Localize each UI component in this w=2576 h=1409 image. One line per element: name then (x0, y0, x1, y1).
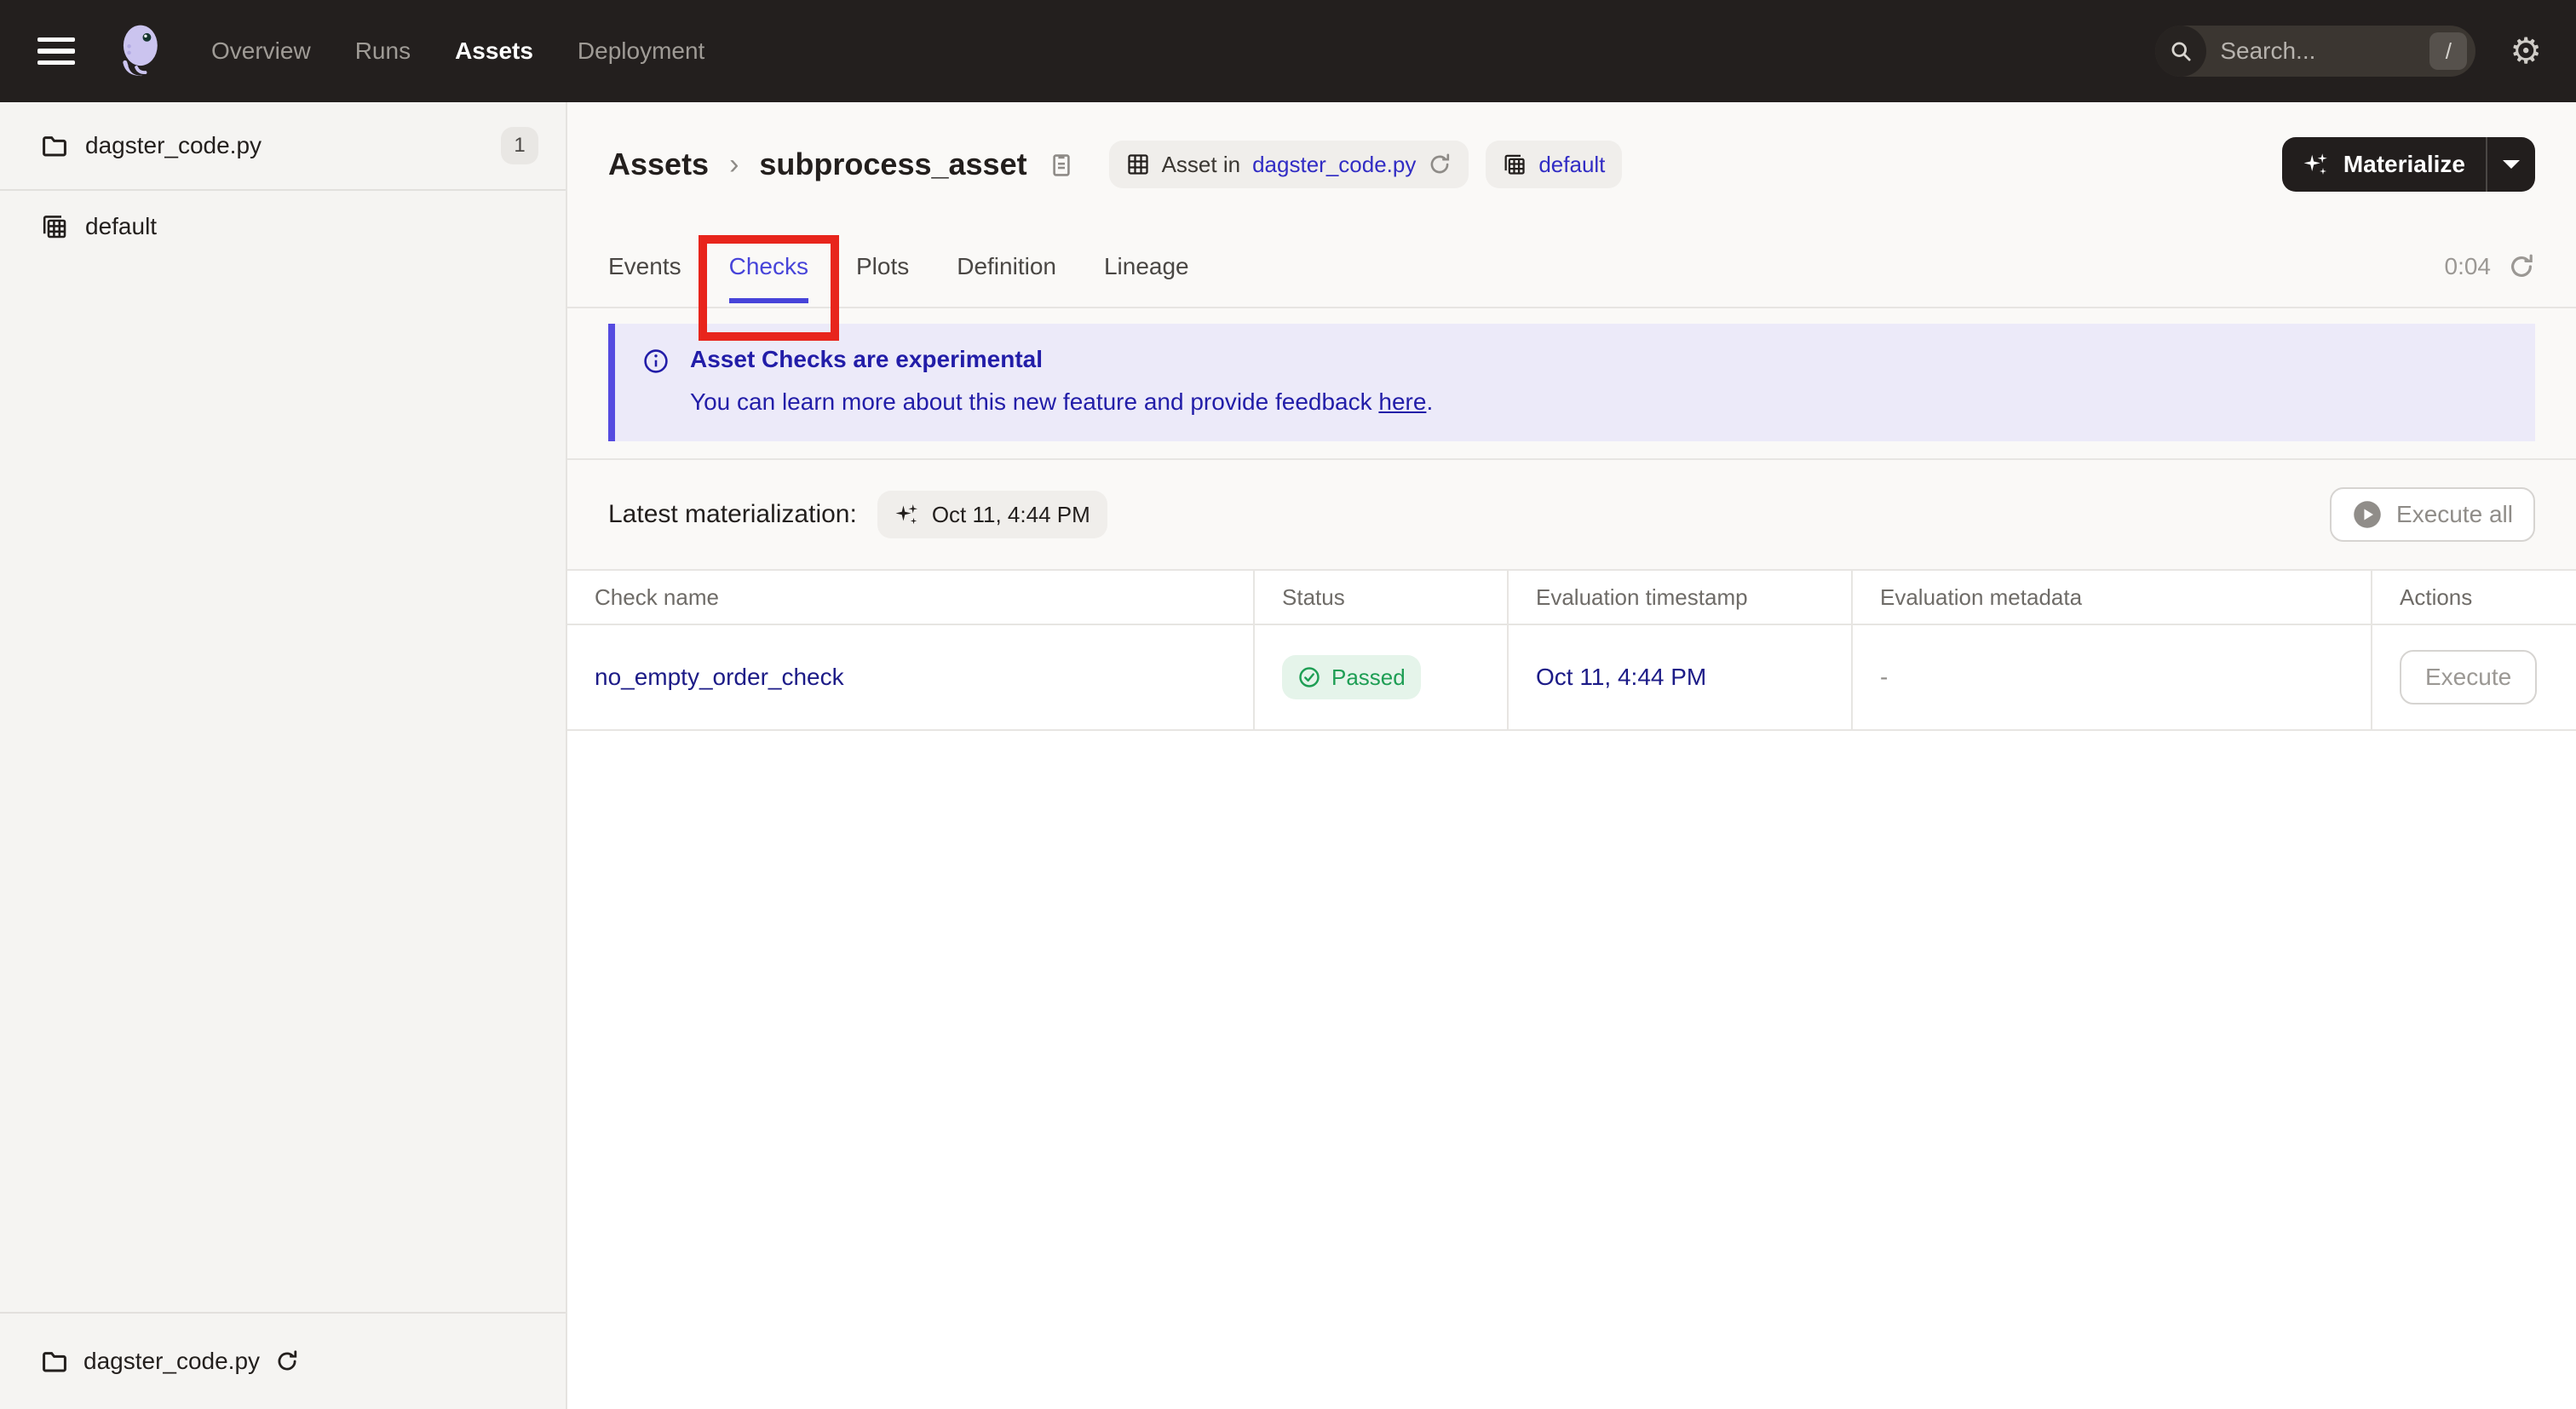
nav-item-overview[interactable]: Overview (211, 37, 311, 65)
primary-nav: Overview Runs Assets Deployment (211, 37, 704, 65)
banner-section: Asset Checks are experimental You can le… (567, 308, 2576, 458)
materialize-button[interactable]: Materialize (2282, 137, 2486, 192)
search-shortcut-key: / (2429, 32, 2468, 70)
settings-gear-icon[interactable]: ⚙ (2510, 33, 2542, 69)
play-circle-icon (2354, 501, 2381, 528)
nav-item-runs[interactable]: Runs (355, 37, 411, 65)
main-content: Assets › subprocess_asset Asset in dagst… (567, 102, 2576, 1409)
breadcrumb-assets-link[interactable]: Assets (608, 147, 709, 182)
execute-button[interactable]: Execute (2400, 650, 2538, 704)
sidebar-item-label: dagster_code.py (85, 132, 262, 158)
banner-body: You can learn more about this new featur… (690, 388, 1434, 415)
search-input[interactable]: Search... / (2155, 26, 2476, 77)
table-row: no_empty_order_check Passed Oct 11, 4:44… (567, 624, 2576, 731)
repo-badge: default (1486, 141, 1623, 188)
chevron-right-icon: › (729, 147, 739, 181)
top-navigation-bar: Overview Runs Assets Deployment Search..… (0, 0, 2576, 102)
tab-lineage[interactable]: Lineage (1104, 227, 1189, 307)
tab-checks[interactable]: Checks (698, 227, 839, 341)
column-header-evaluation-timestamp: Evaluation timestamp (1508, 570, 1853, 625)
sidebar-footer-code-location[interactable]: dagster_code.py (0, 1312, 566, 1409)
folder-icon (43, 1352, 66, 1372)
reload-icon[interactable] (1428, 152, 1452, 176)
page-title: subprocess_asset (759, 147, 1027, 181)
reload-icon[interactable] (275, 1349, 299, 1373)
evaluation-timestamp-link[interactable]: Oct 11, 4:44 PM (1536, 664, 1706, 690)
sidebar-footer-label: dagster_code.py (83, 1348, 261, 1374)
asset-grid-icon (1127, 154, 1148, 175)
latest-materialization-timestamp: Oct 11, 4:44 PM (931, 501, 1090, 527)
feedback-here-link[interactable]: here (1378, 388, 1426, 415)
tab-events[interactable]: Events (608, 227, 681, 307)
execute-all-button[interactable]: Execute all (2330, 487, 2535, 542)
tab-plots[interactable]: Plots (856, 227, 909, 307)
search-icon (2155, 26, 2207, 77)
asset-tabs-bar: Events Checks Plots Definition Lineage 0… (567, 227, 2576, 341)
status-badge: Passed (1282, 655, 1421, 699)
asset-location-badge: Asset in dagster_code.py (1108, 141, 1469, 188)
asset-count-badge: 1 (501, 127, 538, 164)
tab-definition[interactable]: Definition (957, 227, 1056, 307)
check-circle-icon (1299, 667, 1320, 687)
table-header-row: Check name Status Evaluation timestamp E… (567, 570, 2576, 625)
search-placeholder: Search... (2220, 37, 2316, 64)
repo-default-link[interactable]: default (1538, 152, 1605, 178)
materialize-button-group: Materialize (2281, 137, 2535, 192)
info-icon (644, 349, 668, 373)
copy-clipboard-icon[interactable] (1048, 151, 1075, 178)
asset-in-label: Asset in (1161, 151, 1241, 177)
nav-item-deployment[interactable]: Deployment (578, 37, 704, 65)
latest-materialization-badge[interactable]: Oct 11, 4:44 PM (877, 491, 1107, 538)
caret-down-icon (2503, 160, 2520, 169)
repo-grid-icon (1504, 154, 1525, 175)
latest-materialization-bar: Latest materialization: Oct 11, 4:44 PM (567, 458, 2576, 569)
dagster-app-window: Overview Runs Assets Deployment Search..… (0, 0, 2576, 1409)
materialize-dropdown-button[interactable] (2487, 137, 2535, 192)
hamburger-menu-icon[interactable] (37, 37, 75, 65)
code-location-link[interactable]: dagster_code.py (1252, 152, 1416, 178)
repo-grid-icon (43, 216, 66, 239)
latest-materialization-label: Latest materialization: (608, 500, 857, 528)
folder-icon (43, 136, 66, 157)
column-header-status: Status (1254, 570, 1509, 625)
sparkles-icon (895, 504, 917, 525)
experimental-banner: Asset Checks are experimental You can le… (608, 324, 2535, 441)
refresh-icon[interactable] (2508, 253, 2535, 280)
refresh-countdown: 0:04 (2444, 253, 2492, 279)
sidebar-item-code-location[interactable]: dagster_code.py 1 (0, 102, 566, 191)
column-header-actions: Actions (2372, 570, 2576, 625)
column-header-check-name: Check name (567, 570, 1255, 625)
banner-title: Asset Checks are experimental (690, 346, 1043, 372)
checks-table: Check name Status Evaluation timestamp E… (567, 569, 2576, 731)
dagster-logo-icon[interactable] (106, 19, 170, 83)
sparkles-icon (2303, 153, 2327, 175)
evaluation-metadata-value: - (1852, 624, 2372, 731)
nav-item-assets[interactable]: Assets (455, 37, 533, 65)
check-name-link[interactable]: no_empty_order_check (595, 664, 844, 690)
sidebar-item-repo-default[interactable]: default (0, 191, 566, 262)
materialize-label: Materialize (2343, 151, 2465, 177)
sidebar-item-label: default (85, 213, 158, 239)
column-header-evaluation-metadata: Evaluation metadata (1852, 570, 2372, 625)
asset-header: Assets › subprocess_asset Asset in dagst… (567, 102, 2576, 227)
left-sidebar: dagster_code.py 1 default dagster_code.p… (0, 102, 567, 1409)
